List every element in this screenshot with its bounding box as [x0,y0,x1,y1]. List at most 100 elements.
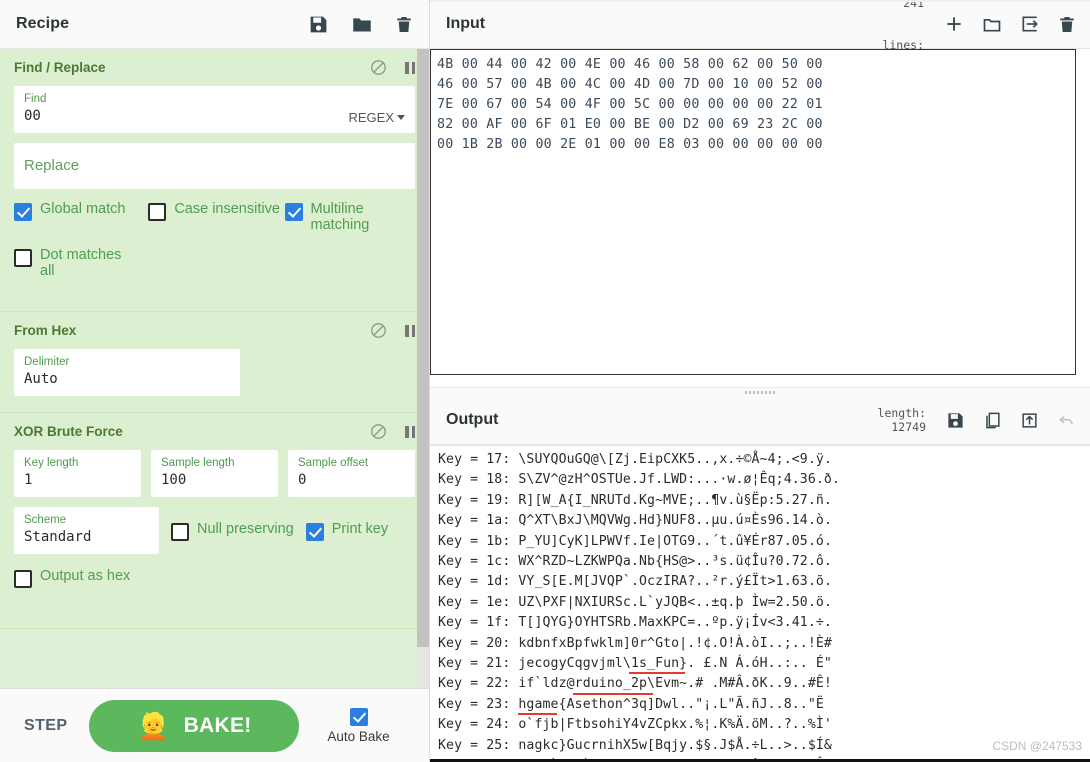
copy-icon[interactable] [983,411,1002,430]
trash-icon[interactable] [1058,14,1076,35]
null-preserving-label: Null preserving [197,520,294,537]
output-header: Output time: 3ms length: 12749 lines: 25… [430,350,1090,490]
key-length-input[interactable]: Key length 1 [14,450,141,497]
save-icon[interactable] [308,14,329,35]
null-preserving-checkbox[interactable] [171,522,189,541]
undo-icon[interactable] [1057,411,1076,430]
recipe-scrollbar[interactable] [417,49,429,688]
output-line: Key = 1b: P_YU]CyK]LPWVf.Ie|OTG9..´t.û¥É… [438,533,832,549]
delimiter-input[interactable]: Delimiter Auto [14,349,240,396]
operation-controls [370,423,415,440]
find-type-value: REGEX [348,110,394,125]
chevron-down-icon [397,115,405,120]
plus-icon[interactable] [944,14,964,34]
disable-icon[interactable] [370,423,387,440]
delimiter-value: Auto [24,371,58,387]
output-line: Key = 1a: Q^XT\BxJ\MQVWg.Hd}NUF8..µu.ú¤È… [438,513,832,529]
scheme-input[interactable]: Scheme Standard [14,507,159,554]
output-length-key: length: [877,406,926,420]
output-line: Key = 22: if`ldz@rduino_2p\Evm~.# .M#Â.ð… [438,676,832,692]
disable-icon[interactable] [370,322,387,339]
checkbox-global-match[interactable]: Global match [14,201,148,233]
replace-placeholder: Replace [24,157,80,174]
scheme-label: Scheme [24,514,67,526]
sample-length-label: Sample length [161,457,235,469]
output-line: Key = 20: kdbnfxBpfwklm]0r^Gto|.!¢.O!À.ò… [438,635,832,651]
bake-button[interactable]: 👱 BAKE! [89,699,300,752]
highlight-underline [573,692,653,695]
recipe-scrollbar-thumb[interactable] [417,49,429,647]
save-icon[interactable] [946,411,965,430]
page-title: Recipe [16,15,70,32]
operation-title: From Hex [14,323,77,338]
output-line: Key = 24: o`fjb|FtbsohiY4vZCpkx.%¦.K%Ä.ö… [438,717,832,733]
delimiter-label: Delimiter [24,356,70,368]
open-input-icon[interactable] [1020,14,1040,34]
operation-header: From Hex [14,322,415,339]
recipe-operation-list[interactable]: Find / Replace Find 00 REGEX Replace Glo… [0,49,429,688]
highlight-underline [629,672,685,675]
input-title: Input [446,15,486,32]
checkbox-output-as-hex[interactable]: Output as hex [14,568,130,588]
output-line: Key = 1e: UZ\PXF|NXIURSc.L`yJQB<..±q.þ Ì… [438,594,832,610]
xor-output-hex-row: Output as hex [14,568,415,588]
operation-from-hex[interactable]: From Hex Delimiter Auto [0,312,429,413]
pause-icon[interactable] [405,425,415,438]
move-to-input-icon[interactable] [1020,411,1039,430]
output-line: Key = 17: \SUYQOuGQ@\[Zj.EipCXK5..,x.÷©Å… [438,452,832,467]
replace-input[interactable]: Replace [14,143,415,189]
global-match-checkbox[interactable] [14,203,32,221]
output-text-area[interactable]: Key = 17: \SUYQOuGQ@\[Zj.EipCXK5..,x.÷©Å… [430,445,1090,762]
watermark: CSDN @247533 [992,739,1082,753]
output-line: Key = 1f: T[]QYG}OYHTSRb.MaxKPC=..ºp.ÿ¡Í… [438,615,832,631]
sample-length-input[interactable]: Sample length 100 [151,450,278,497]
multiline-matching-checkbox[interactable] [284,203,303,221]
output-line: Key = 19: R][W_A{I_NRUTd.Kg~MVE;..¶v.ù§Ë… [438,492,832,508]
auto-bake-checkbox[interactable] [349,707,368,726]
scheme-value: Standard [24,529,92,545]
checkbox-multiline-matching[interactable]: Multiline matching [284,201,415,233]
key-length-value: 1 [24,472,33,488]
output-length-value: 12749 [891,420,926,434]
trash-icon[interactable] [395,14,413,35]
operation-find-replace[interactable]: Find / Replace Find 00 REGEX Replace Glo… [0,49,429,312]
auto-bake-label: Auto Bake [327,728,390,744]
find-input[interactable]: Find 00 REGEX [14,86,415,133]
checkbox-case-insensitive[interactable]: Case insensitive [148,201,284,233]
print-key-checkbox[interactable] [305,522,324,541]
xor-scheme-row: Scheme Standard Null preserving Print ke… [14,507,415,554]
operation-xor-brute-force[interactable]: XOR Brute Force Key length 1 Sample leng… [0,413,429,629]
input-textarea[interactable]: 4B 00 44 00 42 00 4E 00 46 00 58 00 62 0… [430,49,1076,375]
folder-icon[interactable] [351,14,373,35]
chef-icon: 👱 [137,710,170,741]
input-header: Input length: 241 lines: 7 [430,0,1090,66]
pane-splitter[interactable] [430,387,1090,396]
step-button[interactable]: STEP [24,717,67,735]
output-as-hex-checkbox[interactable] [14,570,32,588]
checkbox-print-key[interactable]: Print key [305,520,389,541]
dot-matches-all-checkbox[interactable] [14,249,32,267]
find-replace-checkbox-row-1: Global match Case insensitive Multiline … [14,201,415,233]
recipe-toolbar [308,14,413,35]
dot-matches-all-label: Dot matches all [40,247,122,279]
auto-bake-toggle[interactable]: Auto Bake [327,707,390,744]
folder-icon[interactable] [982,14,1002,34]
disable-icon[interactable] [370,59,387,76]
sample-offset-input[interactable]: Sample offset 0 [288,450,415,497]
output-toolbar [946,411,1076,430]
checkbox-null-preserving[interactable]: Null preserving [171,521,294,541]
find-label: Find [24,93,47,105]
operation-title: Find / Replace [14,60,106,75]
case-insensitive-checkbox[interactable] [148,203,167,221]
print-key-label: Print key [331,520,389,537]
output-pane: Output time: 3ms length: 12749 lines: 25… [430,350,1090,762]
case-insensitive-label: Case insensitive [174,201,280,217]
operation-header: XOR Brute Force [14,423,415,440]
pause-icon[interactable] [405,324,415,337]
output-as-hex-label: Output as hex [40,568,131,584]
find-value: 00 [24,108,41,124]
pause-icon[interactable] [405,61,415,74]
find-type-dropdown[interactable]: REGEX [348,110,405,126]
checkbox-dot-matches-all[interactable]: Dot matches all [14,247,130,279]
key-length-label: Key length [24,457,79,469]
